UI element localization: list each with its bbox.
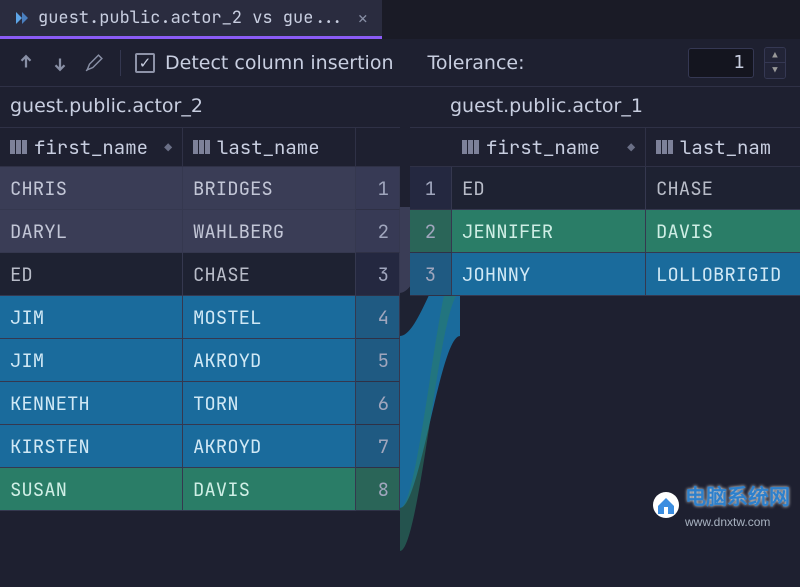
step-down-icon[interactable]: ▼ xyxy=(765,63,785,78)
row-number: 5 xyxy=(356,339,400,382)
sort-icon: ◆ xyxy=(164,139,172,156)
cell-first-name: KENNETH xyxy=(0,382,183,425)
cell-last-name: MOSTEL xyxy=(183,296,356,339)
right-rows: 1EDCHASE2JENNIFERDAVIS3JOHNNYLOLLOBRIGID xyxy=(410,167,800,296)
cell-first-name: ED xyxy=(0,253,183,296)
tolerance-stepper[interactable]: ▲ ▼ xyxy=(764,47,786,79)
cell-first-name: KIRSTEN xyxy=(0,425,183,468)
table-row[interactable]: KENNETHTORN6 xyxy=(0,382,410,425)
watermark-text: 电脑系统网 xyxy=(685,481,790,511)
tolerance-label: Tolerance: xyxy=(428,52,525,74)
column-label: last_name xyxy=(217,135,320,160)
tab-diff[interactable]: guest.public.actor_2 vs gue... ✕ xyxy=(0,0,382,39)
table-row[interactable]: JIMAKROYD5 xyxy=(0,339,410,382)
right-header-row: first_name ◆ last_nam xyxy=(410,127,800,167)
cell-last-name: AKROYD xyxy=(183,339,356,382)
row-number: 3 xyxy=(410,253,452,296)
table-row[interactable]: EDCHASE3 xyxy=(0,253,410,296)
row-number: 2 xyxy=(356,210,400,253)
column-icon xyxy=(10,140,28,154)
table-row[interactable]: 3JOHNNYLOLLOBRIGID xyxy=(410,253,800,296)
cell-last-name: LOLLOBRIGID xyxy=(646,253,800,296)
right-pane: guest.public.actor_1 first_name ◆ last_n… xyxy=(410,87,800,533)
cell-first-name: SUSAN xyxy=(0,468,183,511)
cell-last-name: CHASE xyxy=(646,167,800,210)
column-icon xyxy=(656,140,674,154)
column-label: first_name xyxy=(486,135,600,160)
column-header-first-name[interactable]: first_name ◆ xyxy=(452,127,646,167)
cell-first-name: JIM xyxy=(0,296,183,339)
table-row[interactable]: DARYLWAHLBERG2 xyxy=(0,210,410,253)
toolbar-separator xyxy=(120,50,121,76)
column-header-last-name[interactable]: last_nam xyxy=(646,127,800,167)
cell-first-name: DARYL xyxy=(0,210,183,253)
cell-last-name: CHASE xyxy=(183,253,356,296)
cell-last-name: BRIDGES xyxy=(183,167,356,210)
column-icon xyxy=(462,140,480,154)
row-number: 4 xyxy=(356,296,400,339)
table-row[interactable]: KIRSTENAKROYD7 xyxy=(0,425,410,468)
column-label: first_name xyxy=(34,135,148,160)
table-row[interactable]: SUSANDAVIS8 xyxy=(0,468,410,511)
diff-panes: guest.public.actor_2 first_name ◆ last_n… xyxy=(0,87,800,533)
cell-first-name: ED xyxy=(452,167,646,210)
house-icon xyxy=(653,492,679,518)
diff-icon xyxy=(14,10,30,26)
tab-title: guest.public.actor_2 vs gue... xyxy=(38,7,344,29)
row-number: 6 xyxy=(356,382,400,425)
cell-last-name: TORN xyxy=(183,382,356,425)
left-rownum-header xyxy=(356,127,400,167)
row-number: 2 xyxy=(410,210,452,253)
column-header-first-name[interactable]: first_name ◆ xyxy=(0,127,183,167)
cell-last-name: DAVIS xyxy=(646,210,800,253)
right-pane-title: guest.public.actor_1 xyxy=(410,87,800,127)
row-number: 3 xyxy=(356,253,400,296)
row-number: 1 xyxy=(410,167,452,210)
next-diff-button[interactable] xyxy=(48,51,72,75)
row-number: 7 xyxy=(356,425,400,468)
cell-last-name: AKROYD xyxy=(183,425,356,468)
detect-column-insertion-checkbox[interactable]: ✓ xyxy=(135,53,155,73)
prev-diff-button[interactable] xyxy=(14,51,38,75)
table-row[interactable]: 2JENNIFERDAVIS xyxy=(410,210,800,253)
close-icon[interactable]: ✕ xyxy=(358,8,368,29)
column-icon xyxy=(193,140,211,154)
edit-button[interactable] xyxy=(82,51,106,75)
left-rows: CHRISBRIDGES1DARYLWAHLBERG2EDCHASE3JIMMO… xyxy=(0,167,410,511)
left-pane: guest.public.actor_2 first_name ◆ last_n… xyxy=(0,87,410,533)
watermark: 电脑系统网 www.dnxtw.com xyxy=(653,481,790,529)
left-pane-title: guest.public.actor_2 xyxy=(0,87,410,127)
table-row[interactable]: JIMMOSTEL4 xyxy=(0,296,410,339)
row-number: 8 xyxy=(356,468,400,511)
cell-first-name: JENNIFER xyxy=(452,210,646,253)
step-up-icon[interactable]: ▲ xyxy=(765,48,785,63)
column-label: last_nam xyxy=(680,135,771,160)
cell-last-name: DAVIS xyxy=(183,468,356,511)
column-header-last-name[interactable]: last_name xyxy=(183,127,356,167)
sort-icon: ◆ xyxy=(627,139,635,156)
detect-column-insertion-label: Detect column insertion xyxy=(165,52,394,74)
cell-first-name: JOHNNY xyxy=(452,253,646,296)
right-rownum-header xyxy=(410,127,452,167)
cell-last-name: WAHLBERG xyxy=(183,210,356,253)
cell-first-name: CHRIS xyxy=(0,167,183,210)
left-header-row: first_name ◆ last_name xyxy=(0,127,410,167)
row-number: 1 xyxy=(356,167,400,210)
tab-bar: guest.public.actor_2 vs gue... ✕ xyxy=(0,0,800,39)
cell-first-name: JIM xyxy=(0,339,183,382)
table-row[interactable]: CHRISBRIDGES1 xyxy=(0,167,410,210)
watermark-domain: www.dnxtw.com xyxy=(685,515,790,529)
table-row[interactable]: 1EDCHASE xyxy=(410,167,800,210)
diff-toolbar: ✓ Detect column insertion Tolerance: ▲ ▼ xyxy=(0,39,800,87)
tolerance-input[interactable] xyxy=(688,48,754,78)
